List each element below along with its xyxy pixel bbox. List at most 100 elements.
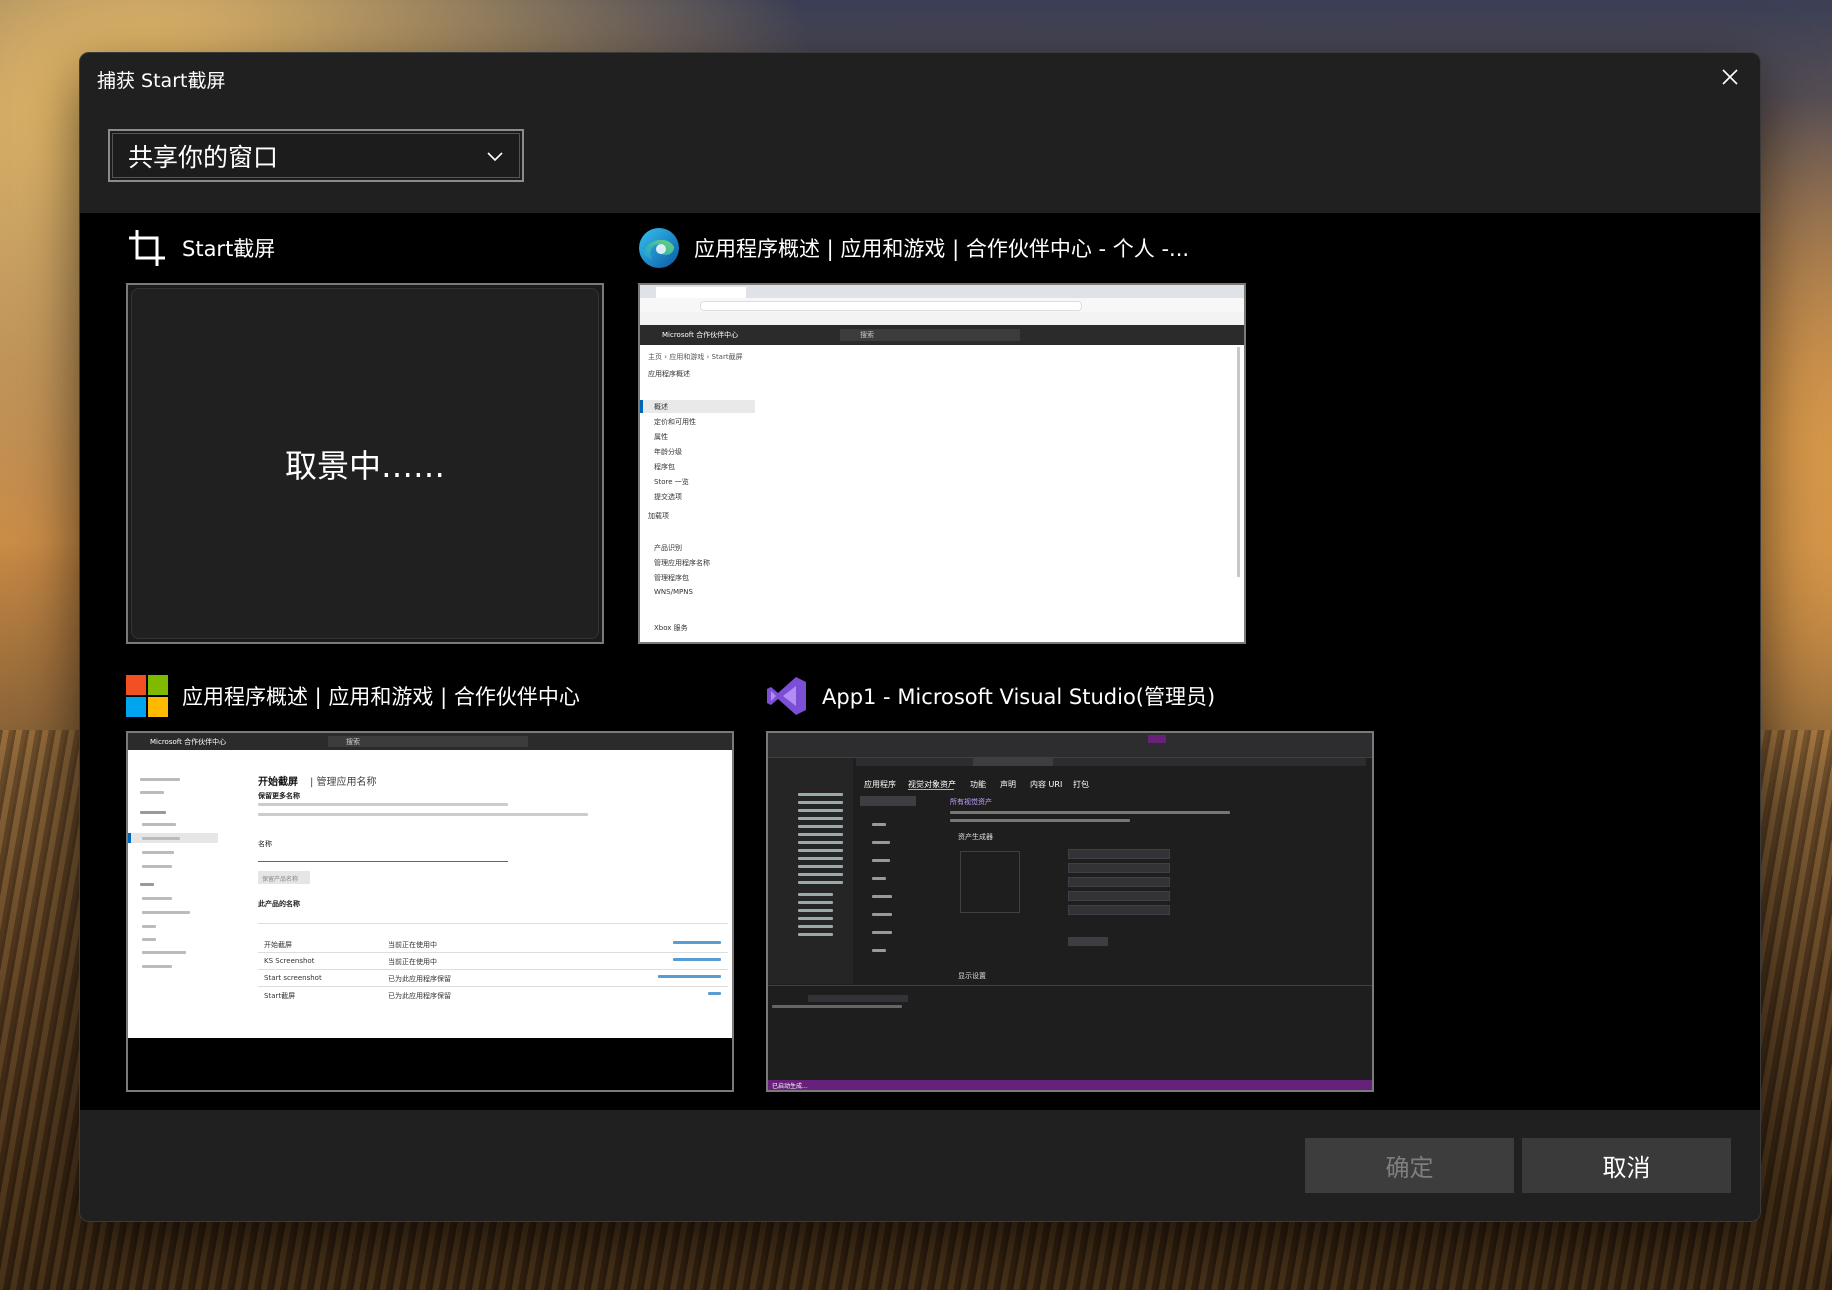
card-title: 应用程序概述 | 应用和游戏 | 合作伙伴中心 [182, 685, 580, 709]
card-header: 应用程序概述 | 应用和游戏 | 合作伙伴中心 [126, 673, 580, 719]
asset-nav-line [872, 931, 892, 934]
nav-item: 加载项 [648, 512, 669, 520]
window-card-visual-studio[interactable]: App1 - Microsoft Visual Studio(管理员) 应用程序… [766, 673, 1376, 1103]
ok-button[interactable]: 确定 [1305, 1138, 1514, 1193]
solution-tree-line [798, 801, 843, 804]
nav-line [142, 965, 172, 968]
vs-document-tabs [856, 758, 1366, 766]
page-title: 应用程序概述 [648, 370, 690, 378]
nav-line [140, 791, 164, 794]
dialog-titlebar: 捕获 Start截屏 [80, 53, 1760, 101]
breadcrumb: 主页 › 应用和游戏 › Start截屏 [648, 353, 743, 361]
manifest-tab-underline [908, 789, 954, 790]
subsection-title: 资产生成器 [958, 833, 993, 841]
table-action-link [708, 992, 721, 995]
solution-tree-line [798, 917, 833, 920]
page-subtitle: | 管理应用名称 [310, 777, 377, 788]
manifest-tab: 功能 [970, 780, 986, 789]
text-line [258, 813, 588, 816]
table-divider [258, 986, 728, 987]
close-button[interactable] [1710, 59, 1750, 95]
table-cell-status: 已为此应用程序保留 [388, 992, 451, 1000]
vs-solution-explorer [768, 758, 853, 984]
vs-menubar [768, 733, 1372, 745]
generate-button [1068, 937, 1108, 946]
crop-icon [126, 227, 168, 269]
nav-item: Store 一览 [654, 478, 689, 486]
card-title: 应用程序概述 | 应用和游戏 | 合作伙伴中心 - 个人 -... [694, 237, 1190, 261]
page-title: 开始截屏 [258, 777, 298, 788]
thumbnail-status-text: 取景中…… [284, 446, 445, 485]
window-card-edge-partner-center[interactable]: 应用程序概述 | 应用和游戏 | 合作伙伴中心 - 个人 -... Micros… [638, 225, 1248, 655]
address-field [700, 301, 1082, 311]
solution-tree-line [798, 893, 833, 896]
nav-item: Xbox 服务 [654, 624, 688, 632]
header-search-text: 搜索 [346, 738, 360, 746]
favorites-bar [640, 312, 1244, 326]
header-search-text: 搜索 [860, 331, 874, 339]
header-text: Microsoft 合作伙伴中心 [150, 738, 227, 746]
app-header: Microsoft 合作伙伴中心 搜索 [128, 733, 732, 750]
capture-dialog: 捕获 Start截屏 共享你的窗口 Start截屏 取景中…… 应用程序概述 |… [79, 52, 1761, 1222]
asset-padding-field [1068, 905, 1170, 915]
reserve-button-label: 保留产品名称 [262, 876, 299, 883]
asset-nav-line [872, 841, 890, 844]
nav-line [142, 865, 172, 868]
asset-nav-line [872, 823, 886, 826]
nav-line [140, 811, 166, 814]
solution-tree-line [798, 925, 833, 928]
window-card-start-screenshot[interactable]: Start截屏 取景中…… [126, 225, 606, 655]
solution-tree-line [798, 873, 843, 876]
output-line [772, 1005, 902, 1008]
vs-status-bar: 已启动生成... [768, 1080, 1372, 1090]
field-label: 名称 [258, 840, 272, 848]
chevron-down-icon [487, 151, 503, 161]
section-title: 此产品的名称 [258, 900, 300, 908]
cancel-button[interactable]: 取消 [1522, 1138, 1731, 1193]
window-gallery: Start截屏 取景中…… 应用程序概述 | 应用和游戏 | 合作伙伴中心 - … [80, 213, 1760, 1110]
manifest-tab: 内容 URI [1030, 780, 1063, 789]
solution-tree-line [798, 841, 843, 844]
dropdown-selected-value: 共享你的窗口 [128, 142, 279, 172]
table-cell-name: Start screenshot [264, 974, 322, 982]
header-text: Microsoft 合作伙伴中心 [662, 331, 739, 339]
window-card-partner-center-app[interactable]: 应用程序概述 | 应用和游戏 | 合作伙伴中心 Microsoft 合作伙伴中心… [126, 673, 766, 1103]
table-action-link [673, 958, 721, 961]
reserve-button: 保留产品名称 [258, 871, 310, 884]
partner-center-header: Microsoft 合作伙伴中心 搜索 [640, 325, 1244, 345]
visual-studio-icon [766, 675, 808, 717]
card-title: App1 - Microsoft Visual Studio(管理员) [822, 685, 1216, 709]
card-header: App1 - Microsoft Visual Studio(管理员) [766, 673, 1215, 719]
asset-type-field [1068, 877, 1170, 887]
nav-line [142, 911, 190, 914]
table-action-link [673, 941, 721, 944]
nav-item: 管理程序包 [654, 574, 689, 582]
dialog-footer: 确定 取消 [80, 1110, 1760, 1221]
solution-tree-line [798, 825, 843, 828]
window-thumbnail: Microsoft 合作伙伴中心 搜索 开始截屏 | 管理应用名称 保留更多名称… [126, 731, 734, 1092]
microsoft-logo-icon [126, 675, 168, 717]
text-line [258, 803, 508, 806]
manifest-tab: 声明 [1000, 780, 1016, 789]
table-action-link [658, 975, 721, 978]
nav-item: 产品识别 [654, 544, 682, 552]
description-line [950, 811, 1230, 814]
table-cell-status: 当前正在使用中 [388, 958, 437, 966]
solution-tree-line [798, 901, 833, 904]
name-input [258, 851, 508, 862]
solution-tree-line [798, 817, 843, 820]
share-source-dropdown[interactable]: 共享你的窗口 [108, 129, 524, 182]
window-thumbnail: Microsoft 合作伙伴中心 搜索 主页 › 应用和游戏 › Start截屏… [638, 283, 1246, 644]
edge-icon [638, 227, 680, 269]
description-line [950, 819, 1130, 822]
vs-active-doc-tab [973, 758, 1053, 766]
nav-line [140, 778, 180, 781]
table-divider [258, 952, 728, 953]
nav-item: 定价和可用性 [654, 418, 696, 426]
nav-selected-indicator [128, 833, 131, 843]
nav-item: 提交选项 [654, 493, 682, 501]
asset-source-field [1068, 849, 1170, 859]
asset-destination-field [1068, 863, 1170, 873]
nav-line [140, 883, 154, 886]
nav-item: 属性 [654, 433, 668, 441]
